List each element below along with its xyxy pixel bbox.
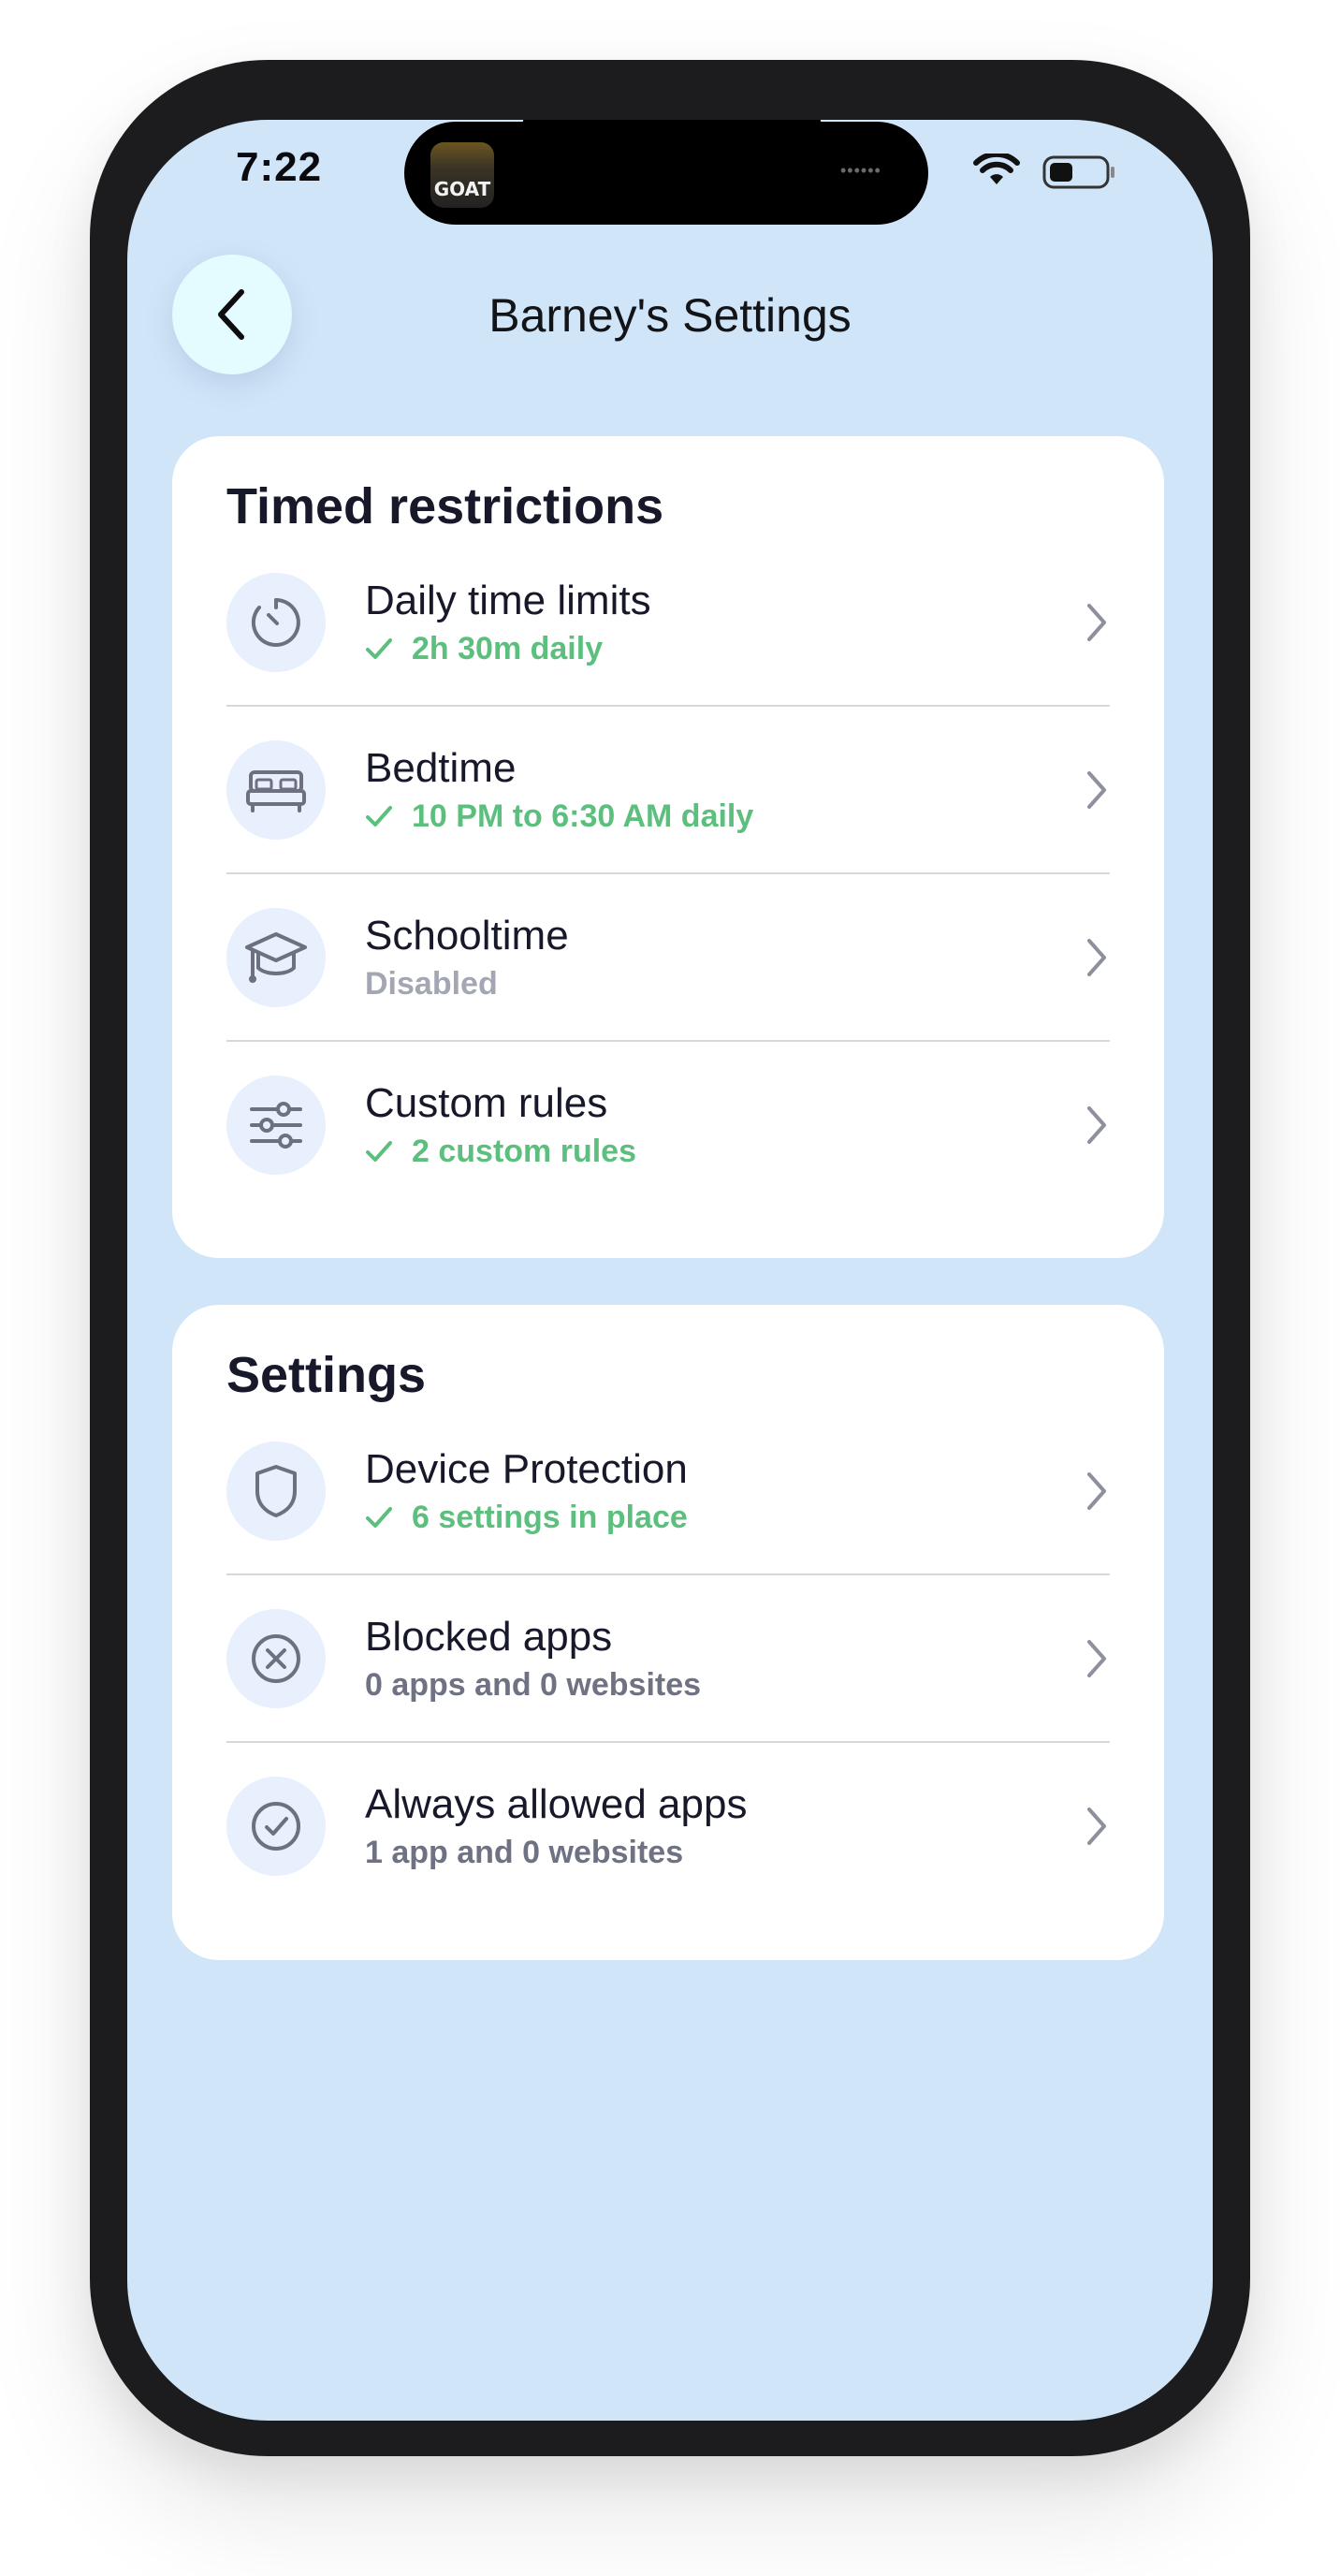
blocked-circle-icon	[226, 1608, 326, 1708]
page-title: Barney's Settings	[488, 289, 852, 342]
chevron-right-icon	[1087, 1471, 1106, 1510]
check-circle-icon	[226, 1776, 326, 1876]
row-status: 2h 30m daily	[365, 628, 1084, 669]
chevron-right-icon	[1087, 603, 1106, 641]
check-icon	[366, 1506, 392, 1528]
row-status: 10 PM to 6:30 AM daily	[365, 796, 1084, 837]
battery-icon	[1042, 155, 1114, 189]
row-status-text: 0 apps and 0 websites	[365, 1666, 702, 1703]
card-title: Settings	[226, 1347, 427, 1403]
status-time: 7:22	[236, 144, 323, 190]
shield-icon	[226, 1441, 326, 1541]
row-status: Disabled	[365, 963, 1084, 1004]
always-allowed-apps-row[interactable]: Always allowed apps 1 app and 0 websites	[226, 1741, 1110, 1909]
row-label: Custom rules	[365, 1079, 608, 1126]
bedtime-row[interactable]: Bedtime 10 PM to 6:30 AM daily	[226, 705, 1110, 872]
timer-icon	[226, 572, 326, 672]
row-label: Blocked apps	[365, 1613, 613, 1660]
row-label: Bedtime	[365, 744, 517, 791]
row-status-text: 2 custom rules	[412, 1133, 636, 1169]
device-mockup: 7:22 GOAT •••••• Barney's Settings Timed…	[0, 0, 1340, 2576]
wifi-icon	[973, 154, 1020, 184]
sliders-icon	[226, 1075, 326, 1175]
island-indicator-dots: ••••••	[840, 161, 881, 180]
check-icon	[366, 637, 392, 659]
row-label: Device Protection	[365, 1445, 688, 1492]
settings-card: Settings Device Protection 6 settings in…	[172, 1305, 1164, 1960]
row-status-text: 10 PM to 6:30 AM daily	[412, 798, 754, 834]
live-activity-app-label: GOAT	[433, 178, 491, 200]
check-icon	[366, 1140, 392, 1162]
schooltime-row[interactable]: Schooltime Disabled	[226, 872, 1110, 1040]
device-protection-row[interactable]: Device Protection 6 settings in place	[226, 1408, 1110, 1573]
row-label: Schooltime	[365, 912, 569, 959]
row-label: Always allowed apps	[365, 1780, 748, 1827]
chevron-right-icon	[1087, 770, 1106, 809]
row-status: 1 app and 0 websites	[365, 1832, 1084, 1873]
phone-screen: 7:22 GOAT •••••• Barney's Settings Timed…	[127, 120, 1213, 2421]
live-activity-app-icon: GOAT	[430, 142, 494, 208]
row-status-text: 1 app and 0 websites	[365, 1834, 684, 1870]
chevron-right-icon	[1087, 1105, 1106, 1144]
chevron-right-icon	[1087, 1639, 1106, 1677]
row-status: 6 settings in place	[365, 1497, 1084, 1538]
chevron-right-icon	[1087, 1807, 1106, 1845]
chevron-right-icon	[1087, 938, 1106, 976]
custom-rules-row[interactable]: Custom rules 2 custom rules	[226, 1040, 1110, 1208]
blocked-apps-row[interactable]: Blocked apps 0 apps and 0 websites	[226, 1573, 1110, 1741]
card-title: Timed restrictions	[226, 478, 664, 534]
timed-restrictions-card: Timed restrictions Daily time limits 2h …	[172, 436, 1164, 1258]
row-status-text: Disabled	[365, 965, 498, 1002]
daily-time-limits-row[interactable]: Daily time limits 2h 30m daily	[226, 539, 1110, 705]
row-status: 0 apps and 0 websites	[365, 1664, 1084, 1705]
bed-icon	[226, 739, 326, 840]
row-status-text: 6 settings in place	[412, 1499, 688, 1535]
row-status-text: 2h 30m daily	[412, 630, 604, 666]
row-label: Daily time limits	[365, 577, 651, 623]
row-status: 2 custom rules	[365, 1131, 1084, 1172]
graduation-cap-icon	[226, 907, 326, 1007]
check-icon	[366, 805, 392, 827]
